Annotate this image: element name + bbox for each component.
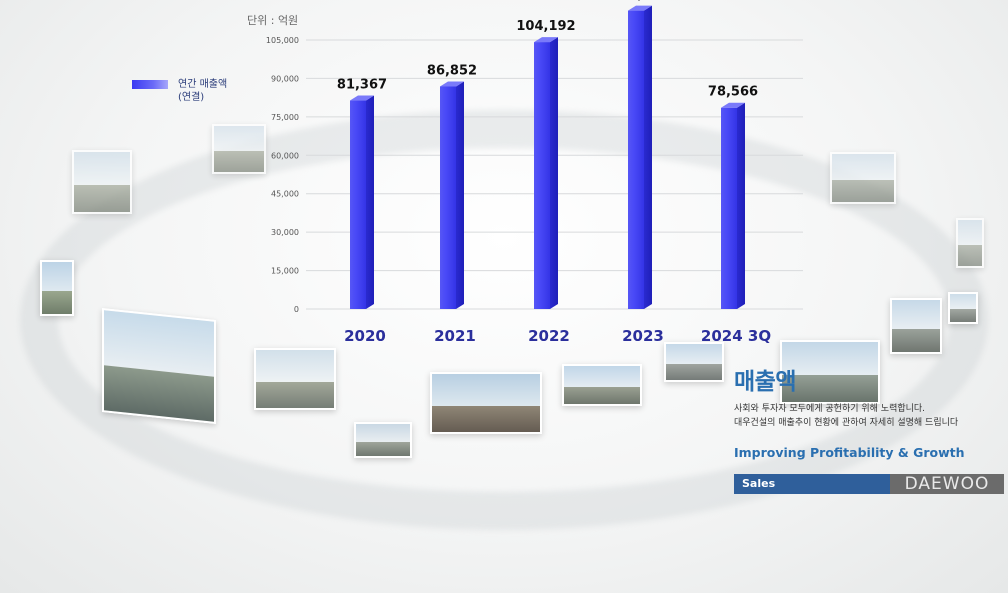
y-tick-label: 75,000 — [271, 113, 299, 122]
bar-front — [350, 100, 366, 309]
bar-value-label: 81,367 — [337, 78, 387, 93]
sales-chart-page: 단위 : 억원 연간 매출액 (연결) 0 15,000 30,000 45,000 6… — [0, 0, 1008, 593]
bar-front — [628, 10, 644, 310]
section-description: 사회와 투자자 모두에게 공헌하기 위해 노력합니다. 대우건설의 매출추이 현… — [734, 402, 1006, 430]
bar-front — [721, 107, 737, 309]
bar — [534, 37, 558, 310]
bar-value-label: 104,192 — [516, 19, 575, 34]
y-tick-label: 15,000 — [271, 267, 299, 276]
x-category-label: 2020 — [344, 327, 386, 345]
bar-front — [440, 86, 456, 310]
x-category-label: 2023 — [622, 327, 664, 345]
y-tick-label: 45,000 — [271, 190, 299, 199]
bar-value-label: 78,566 — [708, 85, 758, 100]
section-title: 매출액 — [734, 369, 796, 395]
y-tick-label: 30,000 — [271, 228, 299, 237]
bar — [350, 95, 374, 309]
tagline: Improving Profitability & Growth — [734, 445, 965, 460]
description-line-1: 사회와 투자자 모두에게 공헌하기 위해 노력합니다. — [734, 404, 926, 414]
x-category-label: 2021 — [434, 327, 476, 345]
y-tick-label: 105,000 — [266, 36, 299, 45]
y-tick-label: 60,000 — [271, 151, 299, 160]
bar-chart: 0 15,000 30,000 45,000 60,000 75,000 90,000 105… — [266, 0, 803, 345]
y-tick-label: 90,000 — [271, 74, 299, 83]
bars — [350, 5, 745, 310]
bar — [721, 102, 745, 309]
bar-side — [550, 37, 558, 310]
description-line-2: 대우건설의 매출추이 현황에 관하여 자세히 설명해 드립니다 — [734, 418, 959, 428]
bar-value-label: 116,478 — [610, 0, 669, 3]
x-category-label: 2022 — [528, 327, 570, 345]
bar-side — [456, 81, 464, 310]
sales-bar-label: Sales — [742, 477, 776, 490]
bar-front — [534, 42, 550, 310]
daewoo-logo: DAEWOO — [890, 474, 1004, 494]
bar-side — [737, 102, 745, 309]
bar-side — [366, 95, 374, 309]
bar — [440, 81, 464, 310]
bar-side — [644, 5, 652, 310]
x-category-label: 2024 3Q — [701, 327, 771, 345]
y-tick-label: 0 — [294, 305, 299, 314]
y-axis-ticks: 0 15,000 30,000 45,000 60,000 75,000 90,000 105… — [266, 36, 299, 314]
sales-bar: Sales DAEWOO — [734, 474, 1004, 494]
bar-value-label: 86,852 — [427, 63, 477, 78]
bar — [628, 5, 652, 310]
